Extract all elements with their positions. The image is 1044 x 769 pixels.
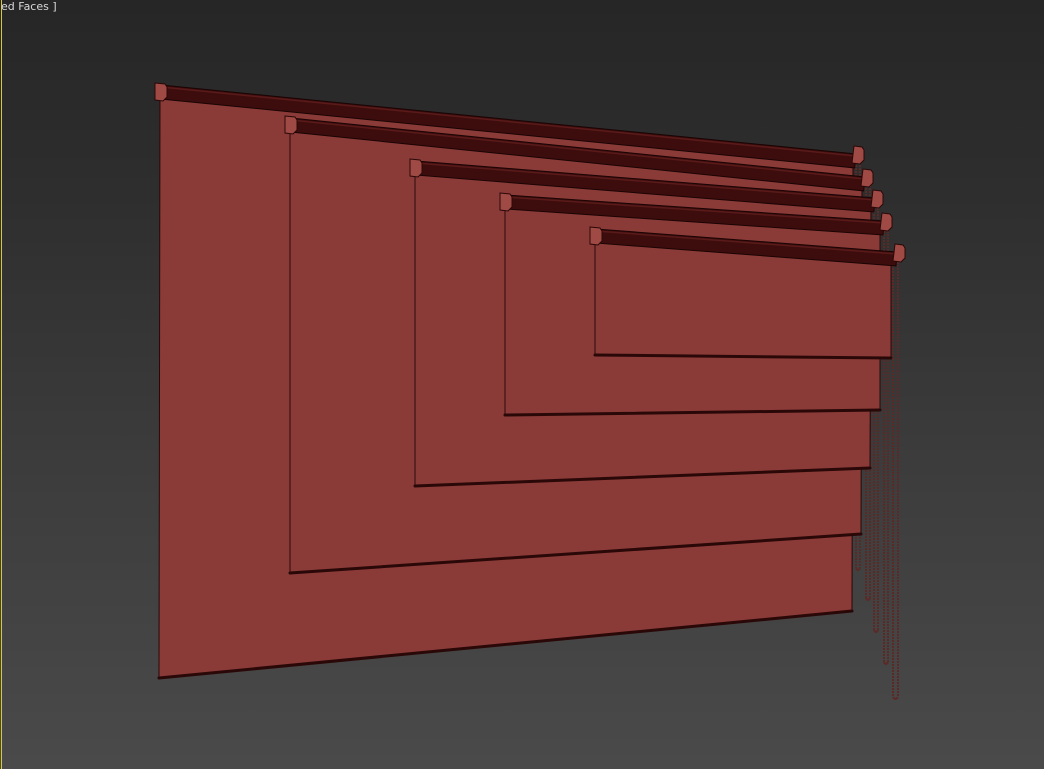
blind-4-cord-loop (883, 661, 889, 665)
scene-canvas[interactable] (0, 0, 1044, 769)
blind-3-bracket-left (409, 158, 423, 178)
blind-1-bracket-right (851, 145, 865, 165)
blind-2-cord-loop (865, 597, 871, 601)
blind-5-bracket-right (892, 243, 906, 263)
blind-3-cord-loop (873, 629, 879, 633)
blind-5-bracket-left (589, 226, 603, 246)
blind-2-bracket-left (284, 115, 298, 135)
blind-3-bracket-right (870, 189, 884, 209)
blind-4-bracket-left (499, 192, 513, 212)
blind-1-bracket-left (154, 82, 168, 102)
blind-1-cord-loop (855, 567, 861, 571)
blind-4-bracket-right (879, 212, 893, 232)
blind-2-bracket-right (860, 168, 874, 188)
blind-5-cord-loop (892, 696, 899, 700)
viewport-perspective[interactable]: ed Faces ] (0, 0, 1044, 769)
